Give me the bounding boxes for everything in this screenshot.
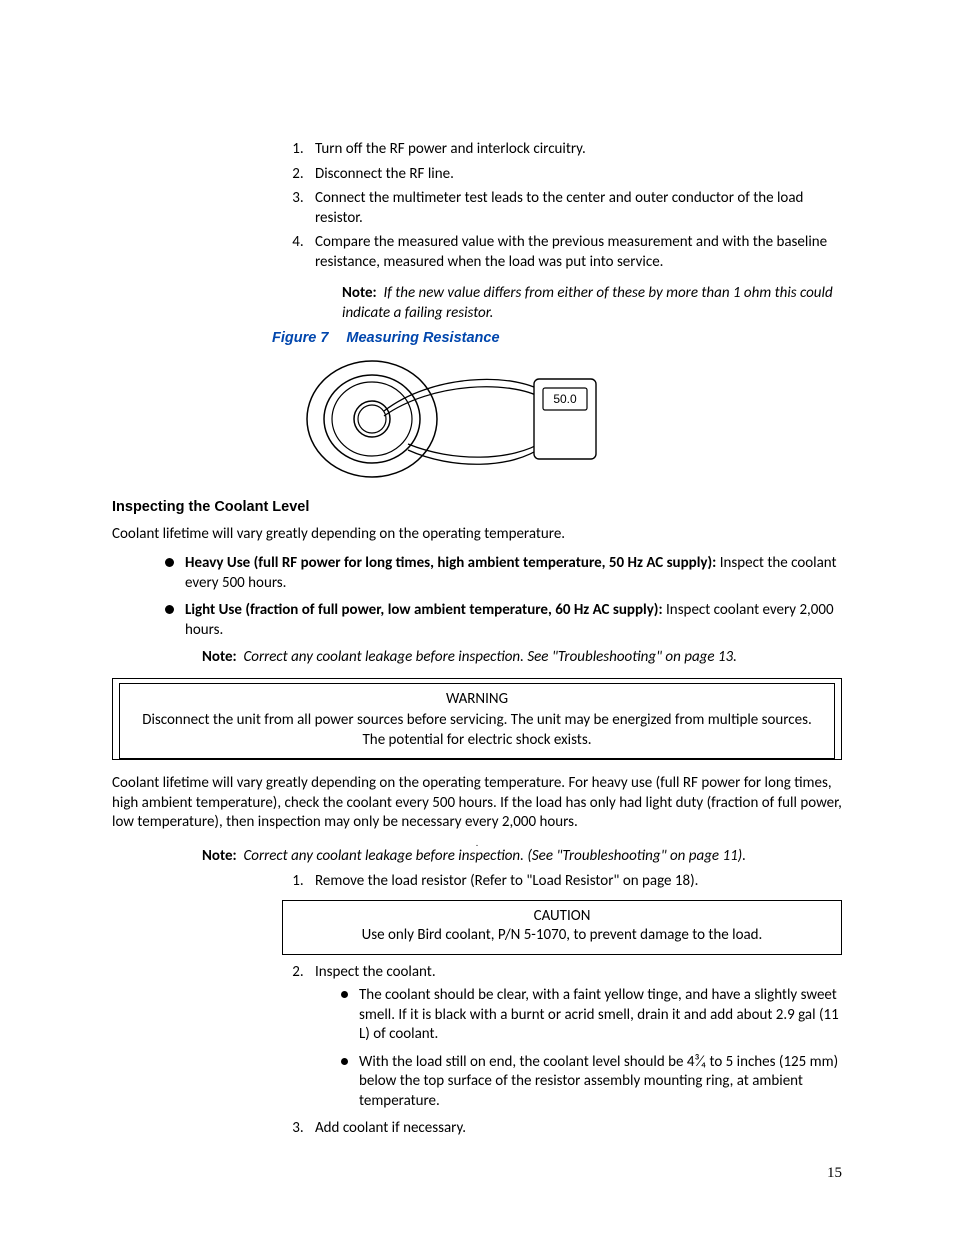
step-a1: Turn off the RF power and interlock circ… [307,140,842,160]
note-1: Note: If the new value differs from eith… [342,284,842,323]
use-list: Heavy Use (full RF power for long times,… [112,554,842,640]
warning-box: WARNING Disconnect the unit from all pow… [112,678,842,761]
step-b2-text: Inspect the coolant. [315,963,436,981]
step-b2-bullet-1: The coolant should be clear, with a fain… [343,986,842,1045]
subhead-inspecting-coolant: Inspecting the Coolant Level [112,498,842,517]
figure-7-illustration: 50.0 [302,354,842,484]
procedure-list-b-cont: Inspect the coolant. The coolant should … [112,963,842,1139]
note-2: Note: Correct any coolant leakage before… [202,648,842,668]
light-use-bold: Light Use (fraction of full power, low a… [185,601,663,619]
heavy-use-item: Heavy Use (full RF power for long times,… [167,554,842,593]
light-use-item: Light Use (fraction of full power, low a… [167,601,842,640]
caution-title: CAUTION [293,907,831,927]
heavy-use-bold: Heavy Use (full RF power for long times,… [185,554,716,572]
note-3: Note: Correct any coolant leakage before… [202,847,842,867]
coolant-lifetime-para-2: Coolant lifetime will vary greatly depen… [112,774,842,833]
step-a3: Connect the multimeter test leads to the… [307,189,842,228]
page-number: 15 [827,1164,842,1184]
note-2-label: Note: [202,648,237,666]
warning-inner: WARNING Disconnect the unit from all pow… [119,683,835,760]
step-b3: Add coolant if necessary. [307,1119,842,1139]
caution-text: Use only Bird coolant, P/N 5-1070, to pr… [293,926,831,946]
measuring-resistance-diagram: 50.0 [302,354,602,484]
note-1-label: Note: [342,284,377,302]
step-b2: Inspect the coolant. The coolant should … [307,963,842,1112]
procedure-list-a: Turn off the RF power and interlock circ… [112,140,842,272]
figure-title: Measuring Resistance [346,330,499,346]
caution-box: CAUTION Use only Bird coolant, P/N 5-107… [282,900,842,955]
figure-label: Figure 7 [272,330,328,346]
warning-title: WARNING [130,690,824,710]
meter-reading: 50.0 [553,392,577,406]
note-1-text: If the new value differs from either of … [342,284,833,322]
step-b2-sublist: The coolant should be clear, with a fain… [315,986,842,1111]
step-b1: Remove the load resistor (Refer to "Load… [307,872,842,892]
note-3-text: Correct any coolant leakage before inspe… [243,847,746,865]
step-a4: Compare the measured value with the prev… [307,233,842,272]
note-3-label: Note: [202,847,237,865]
procedure-list-b: Remove the load resistor (Refer to "Load… [112,872,842,892]
note-2-text: Correct any coolant leakage before inspe… [243,648,736,666]
step-b2-bullet-2: With the load still on end, the coolant … [343,1053,842,1112]
coolant-lifetime-para-1: Coolant lifetime will vary greatly depen… [112,525,842,545]
step-a2: Disconnect the RF line. [307,165,842,185]
figure-7-caption: Figure 7 Measuring Resistance [272,329,842,348]
warning-text: Disconnect the unit from all power sourc… [130,711,824,750]
